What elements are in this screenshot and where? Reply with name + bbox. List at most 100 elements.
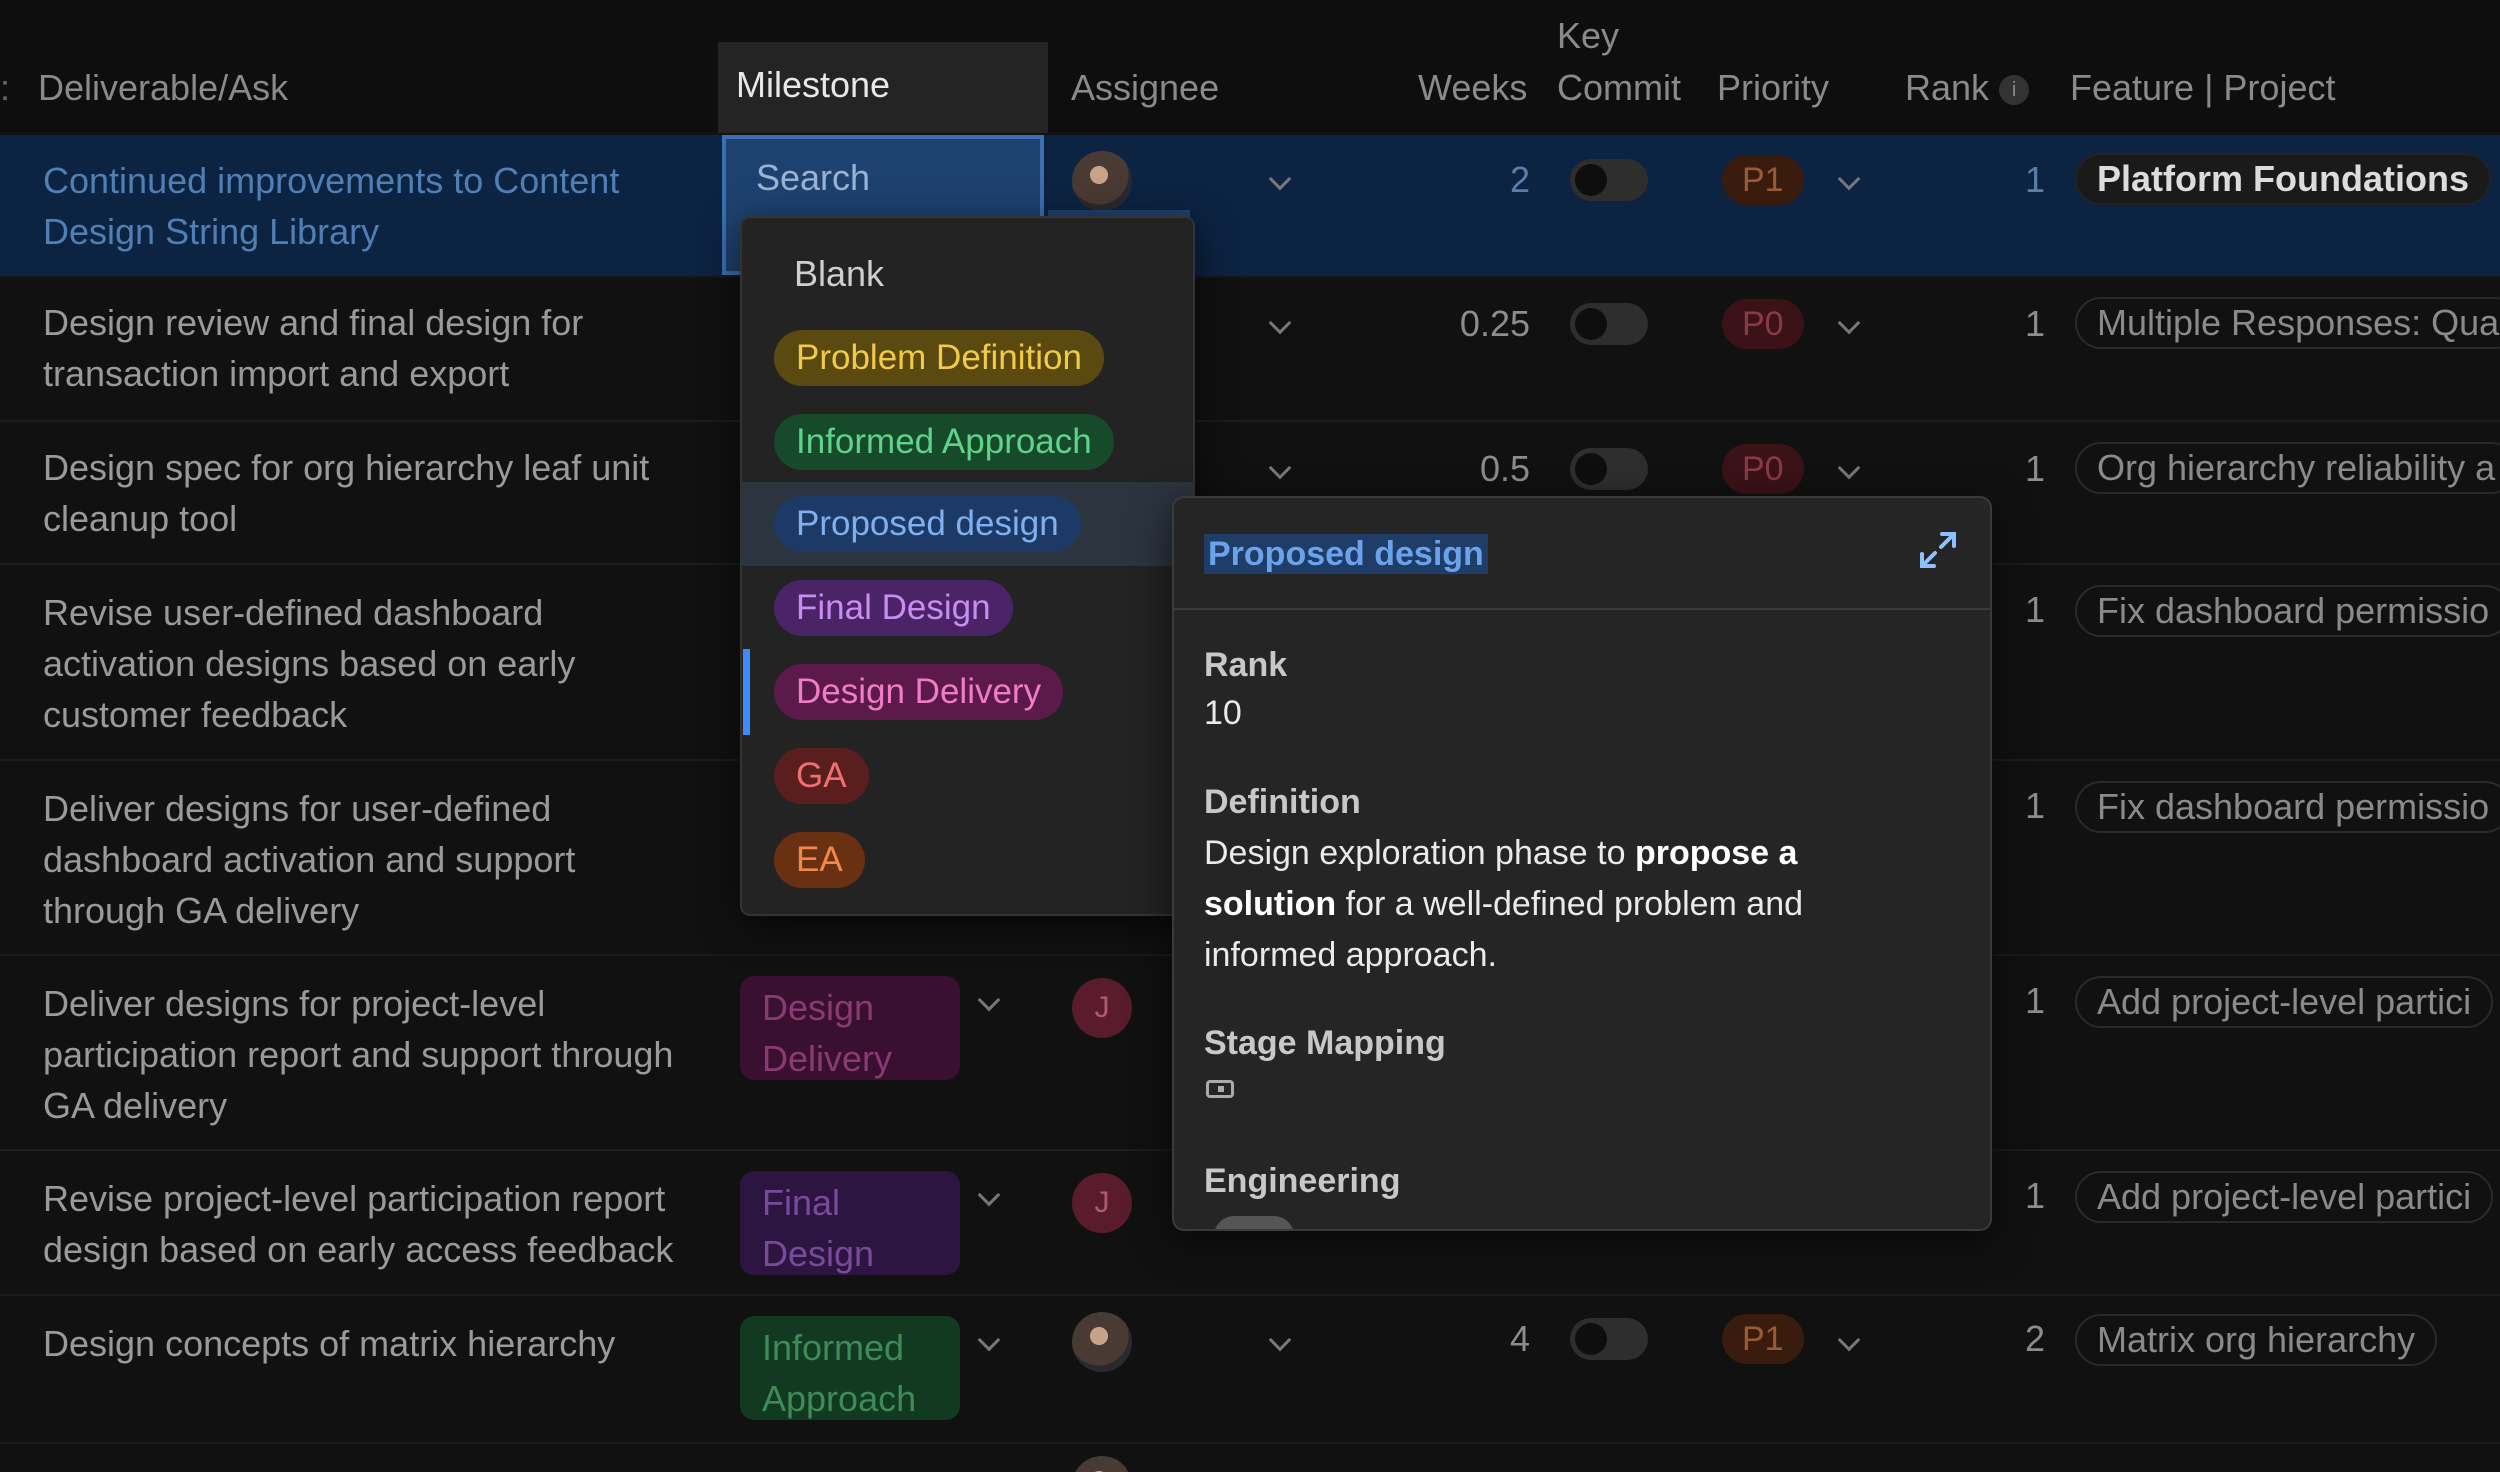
row-task[interactable]: Deliver designs for project-level partic… (43, 978, 703, 1131)
definition-text: Design exploration phase to propose a so… (1204, 828, 1904, 981)
milestone-pill-line: Design (762, 987, 875, 1028)
feature-tag[interactable]: Add project-level partici (2075, 976, 2494, 1028)
option-blank[interactable]: Blank (742, 232, 1193, 316)
table-row[interactable] (0, 1446, 2500, 1472)
row-rank[interactable]: 1 (1985, 1175, 2045, 1217)
milestone-dropdown[interactable]: Blank Problem Definition Informed Approa… (740, 216, 1195, 916)
chevron-down-icon[interactable] (1837, 456, 1861, 480)
avatar[interactable] (1072, 1456, 1132, 1472)
option-ga[interactable]: GA (742, 734, 1193, 818)
engineering-label: Engineering (1204, 1162, 1401, 1200)
chevron-down-icon[interactable] (977, 1183, 1001, 1207)
header-key-line1[interactable]: Key (1557, 12, 1619, 60)
chevron-down-icon[interactable] (1837, 167, 1861, 191)
rank-value: 10 (1204, 694, 1242, 732)
priority-badge[interactable]: P1 (1722, 1314, 1804, 1364)
option-informed-approach[interactable]: Informed Approach (742, 400, 1193, 484)
header-priority[interactable]: Priority (1717, 64, 1829, 112)
header-weeks[interactable]: Weeks (1418, 64, 1527, 112)
row-task[interactable]: Design spec for org hierarchy leaf unit … (43, 442, 703, 544)
option-ea[interactable]: EA (742, 818, 1193, 902)
table-row[interactable]: Continued improvements to Content Design… (0, 135, 2500, 277)
avatar[interactable]: J (1072, 1173, 1132, 1233)
header-key-line2[interactable]: Commit (1557, 64, 1681, 112)
chevron-down-icon[interactable] (977, 988, 1001, 1012)
chevron-down-icon[interactable] (1268, 1328, 1292, 1352)
avatar[interactable]: J (1072, 978, 1132, 1038)
search-placeholder: Search (756, 157, 871, 198)
feature-tag[interactable]: Fix dashboard permissio (2075, 781, 2500, 833)
chevron-down-icon[interactable] (1837, 311, 1861, 335)
row-weeks[interactable]: 0.5 (1410, 448, 1530, 490)
milestone-pill-line: Approach (762, 1378, 917, 1419)
milestone-pill-line: Final (762, 1182, 841, 1223)
key-commit-toggle[interactable] (1570, 303, 1648, 345)
popover-title[interactable]: Proposed design (1204, 534, 1488, 574)
feature-tag[interactable]: Multiple Responses: Qua (2075, 297, 2500, 349)
engineering-toggle[interactable] (1214, 1216, 1294, 1229)
header-feature[interactable]: Feature | Project (2070, 64, 2335, 112)
milestone-pill-line: Design (762, 1233, 875, 1274)
feature-tag[interactable]: Matrix org hierarchy (2075, 1314, 2438, 1366)
chevron-down-icon[interactable] (1268, 167, 1292, 191)
row-rank[interactable]: 2 (1985, 1318, 2045, 1360)
row-task[interactable]: Revise project-level participation repor… (43, 1173, 703, 1275)
option-proposed-design[interactable]: Proposed design (742, 482, 1193, 566)
key-commit-toggle[interactable] (1570, 1318, 1648, 1360)
row-rank[interactable]: 1 (1985, 589, 2045, 631)
row-task[interactable]: Design review and final design for trans… (43, 297, 703, 399)
row-rank[interactable]: 1 (1985, 980, 2045, 1022)
option-design-delivery[interactable]: Design Delivery (742, 650, 1193, 734)
avatar[interactable] (1072, 151, 1132, 211)
row-rank[interactable]: 1 (1985, 448, 2045, 490)
row-weeks[interactable]: 2 (1410, 159, 1530, 201)
info-icon[interactable]: i (1999, 75, 2030, 106)
header-rank[interactable]: Rank i (1905, 64, 2030, 112)
key-commit-toggle[interactable] (1570, 448, 1648, 490)
option-label: Proposed design (774, 496, 1081, 552)
row-task[interactable]: Deliver designs for user-defined dashboa… (43, 783, 703, 936)
header-milestone[interactable]: Milestone (718, 42, 1048, 133)
row-rank[interactable]: 1 (1985, 303, 2045, 345)
chevron-down-icon[interactable] (1837, 1328, 1861, 1352)
table-header: : Deliverable/Ask Milestone Assignee Wee… (0, 0, 2500, 133)
feature-tag[interactable]: Org hierarchy reliability a (2075, 442, 2500, 494)
avatar[interactable] (1072, 1312, 1132, 1372)
key-commit-toggle[interactable] (1570, 159, 1648, 201)
priority-badge[interactable]: P1 (1722, 155, 1804, 205)
header-assignee[interactable]: Assignee (1071, 64, 1219, 112)
row-task[interactable]: Continued improvements to Content Design… (43, 155, 703, 257)
row-rank[interactable]: 1 (1985, 785, 2045, 827)
feature-tag[interactable]: Platform Foundations (2075, 153, 2491, 205)
header-deliverable[interactable]: Deliverable/Ask (38, 64, 288, 112)
popover-header: Proposed design (1174, 498, 1990, 610)
header-rank-label: Rank (1905, 67, 1990, 108)
chevron-down-icon[interactable] (977, 1328, 1001, 1352)
chevron-down-icon[interactable] (1268, 456, 1292, 480)
row-weeks[interactable]: 0.25 (1410, 303, 1530, 345)
feature-tag[interactable]: Fix dashboard permissio (2075, 585, 2500, 637)
option-final-design[interactable]: Final Design (742, 566, 1193, 650)
feature-tag[interactable]: Add project-level partici (2075, 1171, 2494, 1223)
table-row[interactable]: Design review and final design for trans… (0, 279, 2500, 422)
stage-mapping-label: Stage Mapping (1204, 1024, 1446, 1062)
milestone-pill-line: Informed (762, 1327, 905, 1368)
row-rank[interactable]: 1 (1985, 159, 2045, 201)
row-task[interactable]: Revise user-defined dashboard activation… (43, 587, 703, 740)
row-weeks[interactable]: 4 (1410, 1318, 1530, 1360)
table-row[interactable]: Design concepts of matrix hierarchy Info… (0, 1298, 2500, 1444)
header-edge: : (0, 67, 11, 108)
row-task[interactable]: Design concepts of matrix hierarchy (43, 1318, 703, 1369)
option-problem-definition[interactable]: Problem Definition (742, 316, 1193, 400)
milestone-pill[interactable]: Design Delivery (740, 976, 960, 1080)
milestone-pill[interactable]: Final Design (740, 1171, 960, 1275)
definition-part: Design exploration phase to (1204, 834, 1635, 872)
option-label: Final Design (774, 580, 1013, 636)
priority-badge[interactable]: P0 (1722, 444, 1804, 494)
priority-badge[interactable]: P0 (1722, 299, 1804, 349)
option-label: Informed Approach (774, 414, 1114, 470)
milestone-pill[interactable]: Informed Approach (740, 1316, 960, 1420)
chevron-down-icon[interactable] (1268, 311, 1292, 335)
expand-icon[interactable] (1916, 528, 1960, 572)
option-label: Design Delivery (774, 664, 1064, 720)
